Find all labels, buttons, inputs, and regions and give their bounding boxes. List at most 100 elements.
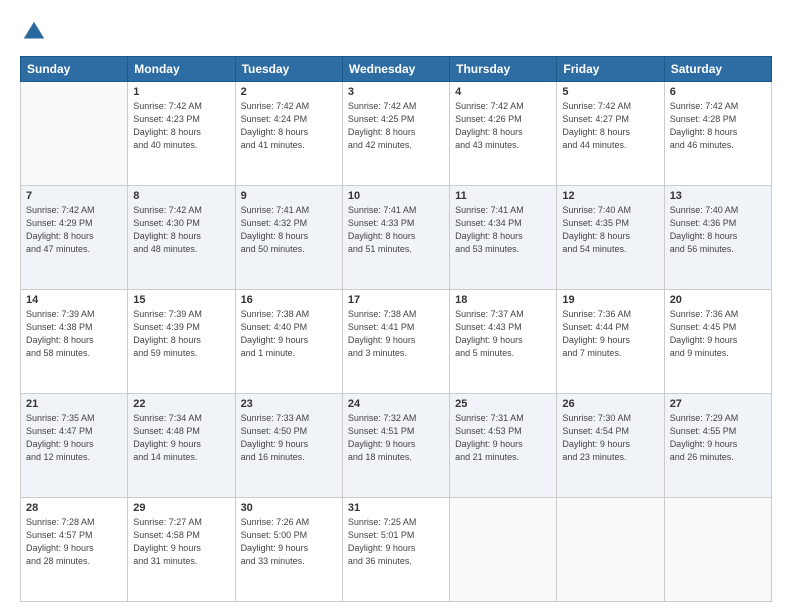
week-row-4: 21 Sunrise: 7:35 AM Sunset: 4:47 PM Dayli… — [21, 394, 772, 498]
calendar-cell: 25 Sunrise: 7:31 AM Sunset: 4:53 PM Dayli… — [450, 394, 557, 498]
calendar-cell: 20 Sunrise: 7:36 AM Sunset: 4:45 PM Dayli… — [664, 290, 771, 394]
day-detail: Sunrise: 7:30 AM Sunset: 4:54 PM Dayligh… — [562, 412, 658, 464]
calendar-cell: 12Sunrise: 7:40 AM Sunset: 4:35 PM Dayli… — [557, 186, 664, 290]
day-number: 14 — [26, 294, 122, 306]
day-number: 22 — [133, 398, 229, 410]
day-number: 28 — [26, 502, 122, 514]
calendar-cell — [21, 82, 128, 186]
day-number: 27 — [670, 398, 766, 410]
calendar-cell: 16 Sunrise: 7:38 AM Sunset: 4:40 PM Dayli… — [235, 290, 342, 394]
calendar-cell — [664, 498, 771, 602]
weekday-header-tuesday: Tuesday — [235, 57, 342, 82]
day-number: 1 — [133, 86, 229, 98]
week-row-1: 1 Sunrise: 7:42 AM Sunset: 4:23 PM Daylig… — [21, 82, 772, 186]
day-detail: Sunrise: 7:36 AM Sunset: 4:45 PM Dayligh… — [670, 308, 766, 360]
day-detail: Sunrise: 7:33 AM Sunset: 4:50 PM Dayligh… — [241, 412, 337, 464]
day-number: 16 — [241, 294, 337, 306]
day-detail: Sunrise: 7:39 AM Sunset: 4:38 PM Dayligh… — [26, 308, 122, 360]
day-number: 7 — [26, 190, 122, 202]
calendar-cell: 3 Sunrise: 7:42 AM Sunset: 4:25 PM Daylig… — [342, 82, 449, 186]
calendar-cell: 19 Sunrise: 7:36 AM Sunset: 4:44 PM Dayli… — [557, 290, 664, 394]
day-detail: Sunrise: 7:42 AM Sunset: 4:29 PM Dayligh… — [26, 204, 122, 256]
day-number: 21 — [26, 398, 122, 410]
calendar-cell: 11 Sunrise: 7:41 AM Sunset: 4:34 PM Dayli… — [450, 186, 557, 290]
day-detail: Sunrise: 7:42 AM Sunset: 4:26 PM Dayligh… — [455, 100, 551, 152]
day-number: 30 — [241, 502, 337, 514]
day-number: 25 — [455, 398, 551, 410]
day-detail: Sunrise: 7:42 AM Sunset: 4:23 PM Dayligh… — [133, 100, 229, 152]
calendar-cell: 7 Sunrise: 7:42 AM Sunset: 4:29 PM Daylig… — [21, 186, 128, 290]
day-number: 10 — [348, 190, 444, 202]
day-detail: Sunrise: 7:27 AM Sunset: 4:58 PM Dayligh… — [133, 516, 229, 568]
calendar-cell: 30 Sunrise: 7:26 AM Sunset: 5:00 PM Dayli… — [235, 498, 342, 602]
day-detail: Sunrise: 7:38 AM Sunset: 4:40 PM Dayligh… — [241, 308, 337, 360]
day-detail: Sunrise: 7:32 AM Sunset: 4:51 PM Dayligh… — [348, 412, 444, 464]
day-detail: Sunrise: 7:29 AM Sunset: 4:55 PM Dayligh… — [670, 412, 766, 464]
day-number: 11 — [455, 190, 551, 202]
page: SundayMondayTuesdayWednesdayThursdayFrid… — [0, 0, 792, 612]
calendar-cell: 22 Sunrise: 7:34 AM Sunset: 4:48 PM Dayli… — [128, 394, 235, 498]
weekday-header-monday: Monday — [128, 57, 235, 82]
calendar-cell: 17Sunrise: 7:38 AM Sunset: 4:41 PM Dayli… — [342, 290, 449, 394]
day-detail: Sunrise: 7:37 AM Sunset: 4:43 PM Dayligh… — [455, 308, 551, 360]
calendar-cell: 10 Sunrise: 7:41 AM Sunset: 4:33 PM Dayli… — [342, 186, 449, 290]
calendar-cell: 13Sunrise: 7:40 AM Sunset: 4:36 PM Dayli… — [664, 186, 771, 290]
weekday-header-saturday: Saturday — [664, 57, 771, 82]
calendar-cell: 4 Sunrise: 7:42 AM Sunset: 4:26 PM Daylig… — [450, 82, 557, 186]
day-number: 3 — [348, 86, 444, 98]
day-detail: Sunrise: 7:42 AM Sunset: 4:24 PM Dayligh… — [241, 100, 337, 152]
day-number: 12 — [562, 190, 658, 202]
day-detail: Sunrise: 7:41 AM Sunset: 4:34 PM Dayligh… — [455, 204, 551, 256]
day-detail: Sunrise: 7:42 AM Sunset: 4:25 PM Dayligh… — [348, 100, 444, 152]
weekday-header-sunday: Sunday — [21, 57, 128, 82]
day-detail: Sunrise: 7:36 AM Sunset: 4:44 PM Dayligh… — [562, 308, 658, 360]
weekday-header-row: SundayMondayTuesdayWednesdayThursdayFrid… — [21, 57, 772, 82]
calendar-cell: 8 Sunrise: 7:42 AM Sunset: 4:30 PM Daylig… — [128, 186, 235, 290]
calendar-cell: 9 Sunrise: 7:41 AM Sunset: 4:32 PM Daylig… — [235, 186, 342, 290]
calendar-cell: 26 Sunrise: 7:30 AM Sunset: 4:54 PM Dayli… — [557, 394, 664, 498]
day-detail: Sunrise: 7:38 AM Sunset: 4:41 PM Dayligh… — [348, 308, 444, 360]
day-number: 15 — [133, 294, 229, 306]
day-detail: Sunrise: 7:41 AM Sunset: 4:33 PM Dayligh… — [348, 204, 444, 256]
day-detail: Sunrise: 7:25 AM Sunset: 5:01 PM Dayligh… — [348, 516, 444, 568]
calendar-cell: 1 Sunrise: 7:42 AM Sunset: 4:23 PM Daylig… — [128, 82, 235, 186]
calendar-cell: 24 Sunrise: 7:32 AM Sunset: 4:51 PM Dayli… — [342, 394, 449, 498]
day-detail: Sunrise: 7:28 AM Sunset: 4:57 PM Dayligh… — [26, 516, 122, 568]
day-detail: Sunrise: 7:26 AM Sunset: 5:00 PM Dayligh… — [241, 516, 337, 568]
day-detail: Sunrise: 7:39 AM Sunset: 4:39 PM Dayligh… — [133, 308, 229, 360]
day-detail: Sunrise: 7:42 AM Sunset: 4:30 PM Dayligh… — [133, 204, 229, 256]
calendar-cell: 23Sunrise: 7:33 AM Sunset: 4:50 PM Dayli… — [235, 394, 342, 498]
day-number: 29 — [133, 502, 229, 514]
day-number: 6 — [670, 86, 766, 98]
day-detail: Sunrise: 7:42 AM Sunset: 4:27 PM Dayligh… — [562, 100, 658, 152]
day-number: 5 — [562, 86, 658, 98]
day-number: 8 — [133, 190, 229, 202]
week-row-2: 7 Sunrise: 7:42 AM Sunset: 4:29 PM Daylig… — [21, 186, 772, 290]
calendar-cell — [557, 498, 664, 602]
day-number: 26 — [562, 398, 658, 410]
day-number: 9 — [241, 190, 337, 202]
calendar-cell: 21 Sunrise: 7:35 AM Sunset: 4:47 PM Dayli… — [21, 394, 128, 498]
week-row-5: 28 Sunrise: 7:28 AM Sunset: 4:57 PM Dayli… — [21, 498, 772, 602]
day-detail: Sunrise: 7:40 AM Sunset: 4:36 PM Dayligh… — [670, 204, 766, 256]
day-detail: Sunrise: 7:35 AM Sunset: 4:47 PM Dayligh… — [26, 412, 122, 464]
calendar-cell: 18 Sunrise: 7:37 AM Sunset: 4:43 PM Dayli… — [450, 290, 557, 394]
day-number: 24 — [348, 398, 444, 410]
day-detail: Sunrise: 7:41 AM Sunset: 4:32 PM Dayligh… — [241, 204, 337, 256]
day-number: 2 — [241, 86, 337, 98]
calendar-cell: 27 Sunrise: 7:29 AM Sunset: 4:55 PM Dayli… — [664, 394, 771, 498]
day-number: 19 — [562, 294, 658, 306]
calendar-cell: 29 Sunrise: 7:27 AM Sunset: 4:58 PM Dayli… — [128, 498, 235, 602]
day-detail: Sunrise: 7:42 AM Sunset: 4:28 PM Dayligh… — [670, 100, 766, 152]
logo — [20, 18, 52, 46]
weekday-header-thursday: Thursday — [450, 57, 557, 82]
header — [20, 18, 772, 46]
day-number: 31 — [348, 502, 444, 514]
day-detail: Sunrise: 7:31 AM Sunset: 4:53 PM Dayligh… — [455, 412, 551, 464]
day-number: 20 — [670, 294, 766, 306]
day-number: 4 — [455, 86, 551, 98]
day-detail: Sunrise: 7:34 AM Sunset: 4:48 PM Dayligh… — [133, 412, 229, 464]
day-number: 18 — [455, 294, 551, 306]
calendar-table: SundayMondayTuesdayWednesdayThursdayFrid… — [20, 56, 772, 602]
calendar-cell: 15 Sunrise: 7:39 AM Sunset: 4:39 PM Dayli… — [128, 290, 235, 394]
